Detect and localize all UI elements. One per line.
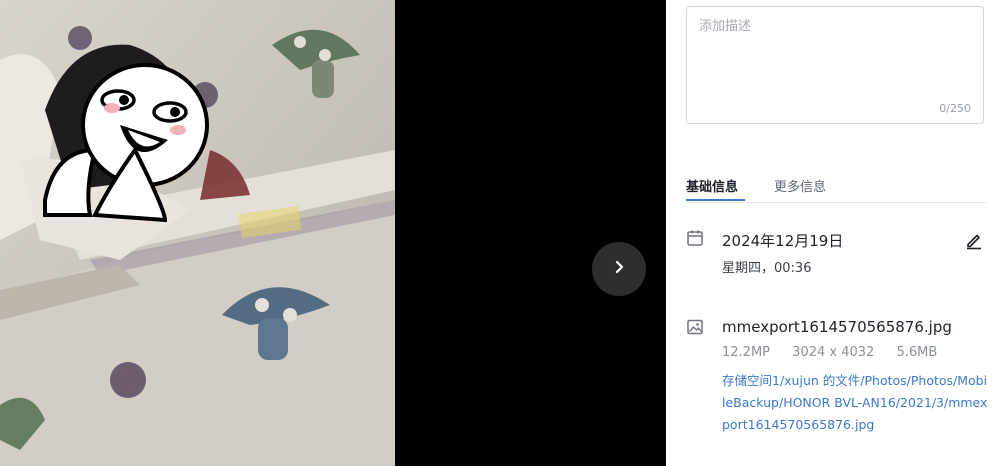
file-dimensions: 3024 x 4032: [792, 345, 875, 360]
description-char-counter: 0/250: [939, 102, 971, 115]
active-tab-indicator: [686, 199, 745, 201]
file-megapixels: 12.2MP: [722, 345, 771, 360]
description-placeholder: 添加描述: [699, 19, 752, 34]
file-name: mmexport1614570565876.jpg: [722, 318, 952, 336]
file-path-link[interactable]: 存储空间1/xujun 的文件/Photos/Photos/MobileBack…: [722, 370, 988, 436]
photo-viewer: [0, 0, 666, 466]
info-panel: 添加描述 0/250 基础信息 更多信息 2024年12月19日 星期四，00:…: [666, 0, 992, 466]
edit-date-button[interactable]: [964, 230, 986, 250]
photo-image: [0, 0, 395, 466]
file-size: 5.6MB: [896, 345, 938, 360]
next-photo-button[interactable]: [592, 242, 646, 296]
file-meta: 12.2MP 3024 x 4032 5.6MB: [722, 345, 955, 360]
tab-more-info[interactable]: 更多信息: [774, 176, 826, 195]
weekday-time: 星期四，00:36: [722, 261, 812, 276]
image-icon: [686, 318, 704, 340]
pencil-icon: [964, 234, 984, 254]
tab-basic-info[interactable]: 基础信息: [686, 176, 738, 195]
date-taken: 2024年12月19日: [722, 232, 844, 250]
calendar-icon: [686, 229, 704, 251]
description-input[interactable]: 添加描述 0/250: [686, 6, 984, 124]
chevron-right-icon: [611, 259, 627, 279]
photo-illustration: [0, 0, 395, 466]
info-tabs: 基础信息 更多信息: [686, 168, 986, 203]
